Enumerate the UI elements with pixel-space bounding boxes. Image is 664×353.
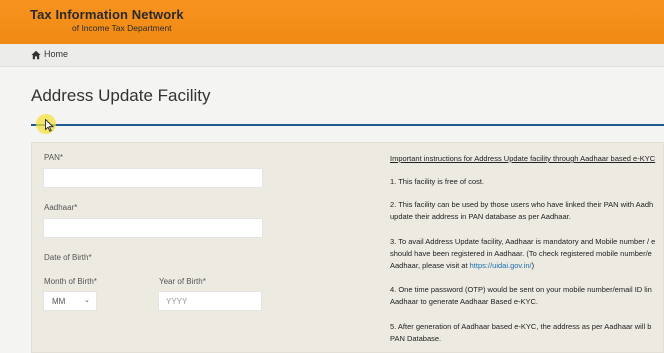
instruction-item-2-line-1: 2. This facility can be used by those us… — [390, 200, 654, 209]
instruction-item-2-line-2: update their address in PAN database as … — [390, 212, 571, 221]
title-divider — [31, 124, 664, 126]
mouse-cursor-icon — [45, 119, 54, 132]
year-of-birth-label: Year of Birth* — [159, 277, 206, 286]
month-select[interactable]: MM ⌄ — [43, 291, 97, 311]
site-title[interactable]: Tax Information Network — [30, 7, 184, 22]
instruction-item-1: 1. This facility is free of cost. — [390, 177, 485, 186]
site-subtitle: of Income Tax Department — [72, 23, 172, 33]
month-of-birth-label: Month of Birth* — [44, 277, 97, 286]
instruction-item-3-line-2: should have been registered in Aadhaar. … — [390, 249, 652, 258]
pan-label: PAN* — [44, 153, 63, 162]
instruction-item-5-line-1: 5. After generation of Aadhaar based e-K… — [390, 322, 652, 331]
pan-input[interactable] — [43, 168, 263, 188]
month-select-value: MM — [52, 297, 66, 306]
instruction-item-3-close: ) — [531, 261, 535, 270]
breadcrumb-home-link[interactable]: Home — [44, 49, 68, 59]
dob-label: Date of Birth* — [44, 253, 92, 262]
page-title: Address Update Facility — [31, 86, 211, 105]
instruction-item-3-line-3: Aadhaar, please visit at https://uidai.g… — [390, 260, 534, 272]
year-input[interactable]: YYYY — [158, 291, 262, 311]
instruction-item-3-line-1: 3. To avail Address Update facility, Aad… — [390, 237, 656, 246]
site-header: Tax Information Network of Income Tax De… — [0, 0, 664, 44]
aadhaar-label: Aadhaar* — [44, 203, 78, 212]
instruction-item-3-text: Aadhaar, please visit at — [390, 261, 470, 270]
year-input-placeholder: YYYY — [166, 297, 188, 306]
chevron-down-icon: ⌄ — [84, 297, 90, 304]
uidai-link[interactable]: https://uidai.gov.in/ — [470, 261, 532, 270]
instruction-item-4-line-1: 4. One time password (OTP) would be sent… — [390, 285, 652, 294]
instruction-item-5-line-2: PAN Database. — [390, 334, 442, 343]
home-icon[interactable] — [31, 50, 41, 60]
aadhaar-input[interactable] — [43, 218, 263, 238]
instructions-heading: Important instructions for Address Updat… — [390, 154, 656, 163]
breadcrumb — [0, 44, 664, 67]
instruction-item-4-line-2: Aadhaar to generate Aadhaar Based e-KYC. — [390, 297, 539, 306]
